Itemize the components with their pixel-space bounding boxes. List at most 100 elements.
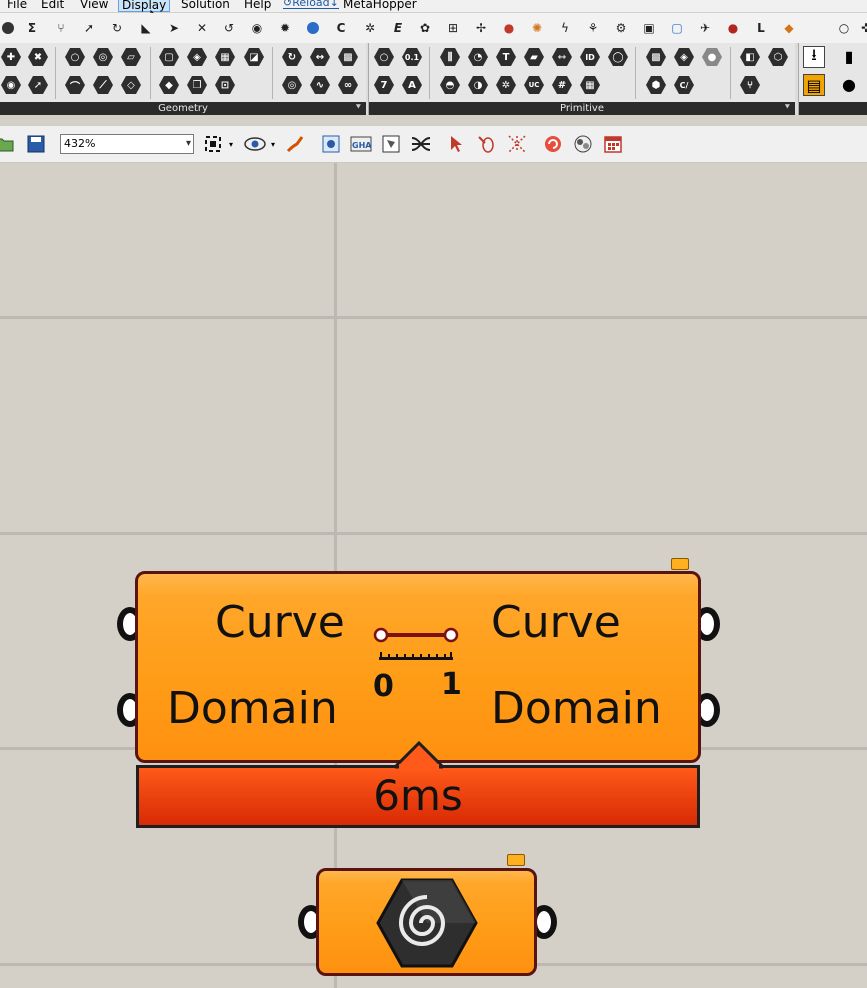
zoom-chevron-down-icon[interactable]: ▾ — [186, 135, 191, 153]
plugin-m-tab-icon[interactable]: ⚙ — [613, 20, 629, 36]
prim-domain-icon[interactable]: ⇿ — [551, 47, 573, 67]
geo-field-icon[interactable]: ▦ — [214, 47, 236, 67]
prim-unit-icon[interactable]: UC — [523, 75, 545, 95]
geo-box-icon[interactable]: ▢ — [158, 47, 180, 67]
profiler-icon[interactable] — [572, 133, 594, 155]
curve-tab-icon[interactable]: ↻ — [109, 20, 125, 36]
plugin-i-tab-icon[interactable]: ● — [501, 20, 517, 36]
plugin-j-tab-icon[interactable]: ✺ — [529, 20, 545, 36]
explode-icon[interactable] — [506, 133, 528, 155]
geo-surface-icon[interactable]: ◆ — [158, 75, 180, 95]
intersect-tab-icon[interactable]: ✕ — [194, 20, 210, 36]
prim-grid-icon[interactable]: # — [551, 75, 573, 95]
prim-hex-icon[interactable]: ⬢ — [645, 75, 667, 95]
geo-ellipse-icon[interactable]: ◎ — [92, 47, 114, 67]
geo-wave-icon[interactable]: ∿ — [309, 75, 331, 95]
recompute-icon[interactable] — [542, 133, 564, 155]
prim-code-icon[interactable]: C/ — [673, 75, 695, 95]
geo-twisted-box-icon[interactable]: ❒ — [186, 75, 208, 95]
geo-loop-icon[interactable]: ∞ — [337, 75, 359, 95]
display-tab-icon[interactable]: ◉ — [249, 20, 265, 36]
prim-path-icon[interactable]: ▰ — [523, 47, 545, 67]
plugin-c-tab-icon[interactable]: C — [333, 20, 349, 36]
surface-tab-icon[interactable]: ◣ — [138, 20, 154, 36]
transform-tab-icon[interactable]: ↺ — [221, 20, 237, 36]
gha-icon[interactable]: GHA — [350, 133, 372, 155]
geo-polyline-icon[interactable]: ⟋ — [92, 75, 114, 95]
geo-spiral-icon[interactable]: ◎ — [281, 75, 303, 95]
prim-material-icon[interactable]: ◧ — [739, 47, 761, 67]
plugin-h-tab-icon[interactable]: ✢ — [473, 20, 489, 36]
canvas-widget-icon[interactable] — [320, 133, 342, 155]
plugin-s-tab-icon[interactable]: ✜ — [858, 20, 867, 36]
preview-eye-icon[interactable] — [244, 133, 266, 155]
prim-time-icon[interactable]: ◔ — [467, 47, 489, 67]
prim-branch-icon[interactable]: ⑂ — [739, 75, 761, 95]
prim-data-icon[interactable]: ▦ — [579, 75, 601, 95]
dial-icon[interactable]: ● — [839, 74, 859, 94]
prim-matrix-icon[interactable]: ▩ — [645, 47, 667, 67]
calendar-icon[interactable] — [602, 133, 624, 155]
prim-sphere-icon[interactable]: ● — [701, 47, 723, 67]
prim-colour-icon[interactable]: ◓ — [439, 75, 461, 95]
prim-slider-icon[interactable]: ⫼ — [439, 47, 461, 67]
menu-reload[interactable]: ↺Reload↓ — [283, 0, 339, 9]
vector-tab-icon[interactable]: ➚ — [81, 20, 97, 36]
cluster-icon[interactable] — [380, 133, 402, 155]
mouse-probe-icon[interactable] — [476, 133, 498, 155]
zoom-dropdown-icon[interactable]: ▾ — [226, 133, 236, 155]
prim-string-icon[interactable]: A — [401, 75, 423, 95]
download-icon[interactable]: ⭳ — [803, 45, 825, 68]
zoom-level-combo[interactable]: 432% ▾ — [60, 134, 194, 154]
grasshopper-canvas[interactable]: Curve Domain Curve Domain 0 1 6ms — [0, 163, 867, 988]
plugin-n-tab-icon[interactable]: ▣ — [641, 20, 657, 36]
plugin-d-tab-icon[interactable]: ✲ — [362, 20, 378, 36]
prim-integer-icon[interactable]: 7 — [373, 75, 395, 95]
preview-dropdown-icon[interactable]: ▾ — [268, 133, 278, 155]
geo-point-icon[interactable]: ✚ — [0, 47, 22, 67]
params-tab-icon[interactable] — [0, 20, 16, 36]
prim-boolean-icon[interactable]: ○ — [373, 47, 395, 67]
primitive-panel-footer[interactable]: Primitive ⯆ — [369, 102, 795, 115]
prim-ngon-icon[interactable]: ⬡ — [767, 47, 789, 67]
plugin-f-tab-icon[interactable]: ✿ — [417, 20, 433, 36]
geometry-panel-footer[interactable]: Geometry ⯆ — [0, 102, 366, 115]
geo-curve-icon[interactable]: ↻ — [281, 47, 303, 67]
menu-display[interactable]: Display — [118, 0, 171, 12]
plugin-q-tab-icon[interactable]: ◆ — [781, 20, 797, 36]
plugin-r-tab-icon[interactable]: ○ — [836, 20, 852, 36]
battery-icon[interactable]: ▮ — [839, 46, 859, 66]
zoom-extents-icon[interactable] — [202, 133, 224, 155]
geo-geometry-icon[interactable]: ◪ — [243, 47, 265, 67]
menu-solution[interactable]: Solution — [178, 0, 233, 11]
geo-line-icon[interactable]: ↔ — [309, 47, 331, 67]
menu-view[interactable]: View — [77, 0, 111, 11]
prim-circle-icon[interactable]: ◯ — [607, 47, 629, 67]
wires-icon[interactable] — [410, 133, 432, 155]
geo-brep-icon[interactable]: ◈ — [186, 47, 208, 67]
geo-arc-icon[interactable]: ⌒ — [64, 75, 86, 95]
geo-plane-icon[interactable]: ✖ — [27, 47, 49, 67]
mesh-tab-icon[interactable]: ➤ — [166, 20, 182, 36]
menu-file[interactable]: File — [4, 0, 30, 11]
prim-atom-icon[interactable]: ✲ — [495, 75, 517, 95]
plugin-k-tab-icon[interactable]: ϟ — [557, 20, 573, 36]
gradient-icon[interactable]: ▤ — [803, 74, 825, 96]
select-cursor-icon[interactable] — [446, 133, 468, 155]
sketch-pen-icon[interactable] — [284, 133, 306, 155]
geo-rectangle-icon[interactable]: ▱ — [120, 47, 142, 67]
geo-group-icon[interactable]: ⊡ — [214, 75, 236, 95]
geo-transform-icon[interactable]: ◇ — [120, 75, 142, 95]
plugin-l-tab-icon[interactable]: ⚘ — [585, 20, 601, 36]
menu-metahopper[interactable]: MetaHopper — [340, 0, 420, 11]
save-file-icon[interactable] — [25, 133, 47, 155]
open-file-icon[interactable] — [0, 133, 16, 155]
plugin-o-tab-icon[interactable]: ✈ — [697, 20, 713, 36]
prim-guid-icon[interactable]: ID — [579, 47, 601, 67]
plugin-l2-tab-icon[interactable]: L — [753, 20, 769, 36]
prim-text-icon[interactable]: T — [495, 47, 517, 67]
geo-circle-icon[interactable]: ○ — [64, 47, 86, 67]
geo-mesh-icon[interactable]: ▩ — [337, 47, 359, 67]
spiral-component[interactable] — [316, 868, 537, 976]
maths-tab-icon[interactable]: Σ — [24, 20, 40, 36]
